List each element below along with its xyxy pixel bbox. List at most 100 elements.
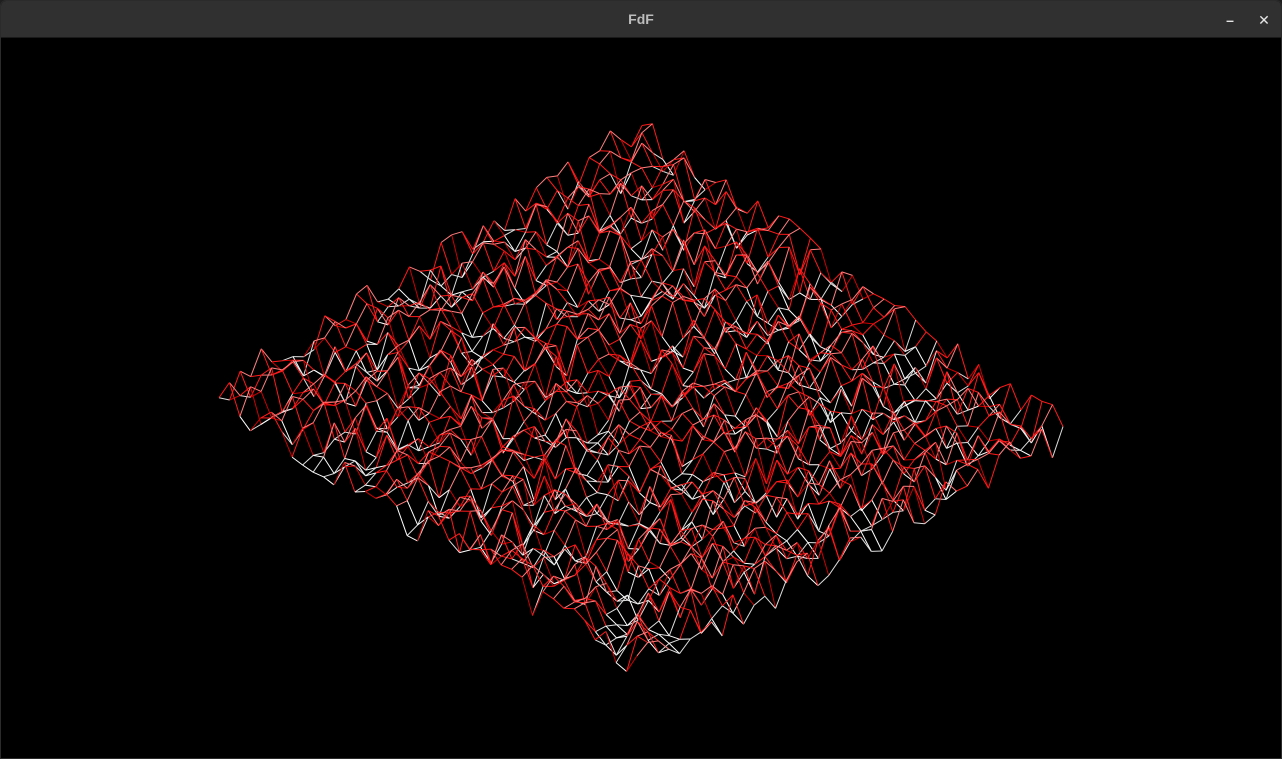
wireframe-edge-2833 xyxy=(574,602,586,610)
wireframe-edge-2758 xyxy=(978,405,990,408)
wireframe-edge-726 xyxy=(313,454,324,458)
wireframe-edge-1123 xyxy=(407,446,419,464)
wireframe-edge-1264 xyxy=(534,400,546,414)
wireframe-edge-1456 xyxy=(396,500,408,507)
wireframe-edge-1865 xyxy=(873,307,885,318)
wireframe-edge-1054 xyxy=(767,215,780,231)
wireframe-edge-307 xyxy=(334,346,346,372)
wireframe-edge-3105 xyxy=(892,510,904,513)
wireframe-edge-248 xyxy=(641,165,653,169)
wireframe-edge-2374 xyxy=(808,409,821,441)
wireframe-edge-806 xyxy=(323,422,335,458)
wireframe-edge-2643 xyxy=(701,500,714,540)
wireframe-edge-1457 xyxy=(396,505,408,536)
wireframe-edge-3146 xyxy=(679,606,691,611)
wireframe-edge-3093 xyxy=(956,459,968,461)
wireframe-edge-649 xyxy=(715,179,727,205)
wireframe-edge-2800 xyxy=(754,506,767,528)
wireframe-edge-2082 xyxy=(596,494,609,514)
wireframe-edge-308 xyxy=(323,346,336,377)
wireframe-edge-174 xyxy=(599,179,611,195)
wireframe-edge-1707 xyxy=(830,303,843,329)
wireframe-edge-287 xyxy=(440,294,452,297)
wireframe-edge-42 xyxy=(419,269,431,272)
close-button[interactable]: ✕ xyxy=(1253,9,1275,31)
wireframe-edge-1663 xyxy=(618,399,630,401)
wireframe-edge-116 xyxy=(461,253,474,278)
title-bar[interactable]: FdF – ✕ xyxy=(1,1,1281,38)
wireframe-edge-528 xyxy=(482,312,494,329)
wireframe-edge-647 xyxy=(291,456,303,466)
wireframe-edge-3227 xyxy=(689,609,702,633)
wireframe-edge-1664 xyxy=(618,399,630,422)
wireframe-edge-3261 xyxy=(828,559,840,576)
wireframe-edge-2029 xyxy=(883,334,895,342)
wireframe-edge-784 xyxy=(439,355,452,397)
wireframe-edge-11 xyxy=(578,157,590,186)
wireframe-edge-2897 xyxy=(680,563,692,590)
minimize-button[interactable]: – xyxy=(1219,9,1241,31)
wireframe-edge-512 xyxy=(567,246,579,249)
wireframe-edge-2481 xyxy=(680,512,693,531)
wireframe-edge-2376 xyxy=(797,409,810,445)
wireframe-edge-3066 xyxy=(658,591,670,622)
wireframe-edge-2226 xyxy=(713,431,725,443)
wireframe-edge-1228 xyxy=(725,276,737,291)
wireframe-edge-3266 xyxy=(775,580,787,609)
wireframe-edge-477 xyxy=(313,388,325,404)
wireframe-edge-3274 xyxy=(690,631,702,640)
wireframe-edge-657 xyxy=(672,200,685,226)
wireframe-edge-667 xyxy=(619,235,632,265)
wireframe-edge-2752 xyxy=(563,601,575,609)
wireframe-edge-9 xyxy=(588,150,600,159)
wireframe-edge-302 xyxy=(355,343,367,352)
wireframe-edge-687 xyxy=(513,302,526,326)
wireframe-edge-890 xyxy=(323,476,335,486)
wireframe-edge-1469 xyxy=(767,307,779,324)
wireframe-edge-3193 xyxy=(871,529,883,552)
wireframe-edge-2917 xyxy=(1009,409,1022,425)
wireframe-edge-1741 xyxy=(650,420,662,423)
wireframe-edge-45 xyxy=(398,266,410,290)
wireframe-edge-1936 xyxy=(490,509,503,531)
wireframe-edge-2107 xyxy=(904,319,917,352)
wireframe-edge-1629 xyxy=(798,286,811,318)
wireframe-edge-443 xyxy=(493,283,505,307)
wireframe-edge-1215 xyxy=(799,227,811,239)
wireframe-edge-2852 xyxy=(914,435,926,444)
wireframe-edge-3230 xyxy=(668,638,680,644)
wireframe-edge-468 xyxy=(355,352,367,367)
wireframe-edge-130 xyxy=(388,305,399,308)
wireframe-edge-1822 xyxy=(660,420,673,430)
wireframe-edge-2591 xyxy=(542,591,554,600)
wireframe-edge-1189 xyxy=(492,400,504,420)
wireframe-edge-1413 xyxy=(629,362,641,381)
wireframe-edge-1212 xyxy=(375,486,387,496)
wireframe-edge-1304 xyxy=(767,260,779,287)
wireframe-edge-741 xyxy=(672,229,685,245)
wireframe-edge-2227 xyxy=(713,441,725,452)
wireframe-edge-3135 xyxy=(733,564,744,567)
wireframe-edge-913 xyxy=(641,296,652,300)
wireframe-edge-201 xyxy=(451,262,463,296)
wireframe-edge-1066 xyxy=(704,260,716,263)
wireframe-edge-2312 xyxy=(702,472,714,483)
wireframe-edge-235 xyxy=(271,367,283,371)
wireframe-edge-1694 xyxy=(459,495,471,498)
wireframe-edge-2736 xyxy=(648,567,660,570)
wireframe-edge-3265 xyxy=(785,561,798,581)
wireframe-edge-3258 xyxy=(860,536,872,552)
wireframe-edge-50 xyxy=(377,301,389,308)
wireframe-edge-2018 xyxy=(501,541,513,545)
wireframe-edge-1688 xyxy=(491,483,503,493)
wireframe-edge-1579 xyxy=(629,385,641,388)
wireframe-edge-2708 xyxy=(797,470,809,498)
render-canvas[interactable] xyxy=(1,38,1281,758)
wireframe-edge-886 xyxy=(344,458,356,462)
wireframe-edge-1947 xyxy=(873,316,885,325)
wireframe-edge-3215 xyxy=(753,568,766,597)
wireframe-edge-2941 xyxy=(882,459,894,484)
wireframe-edge-2916 xyxy=(1020,394,1032,411)
wireframe-edge-54 xyxy=(356,293,368,305)
wireframe-edge-580 xyxy=(641,210,653,241)
